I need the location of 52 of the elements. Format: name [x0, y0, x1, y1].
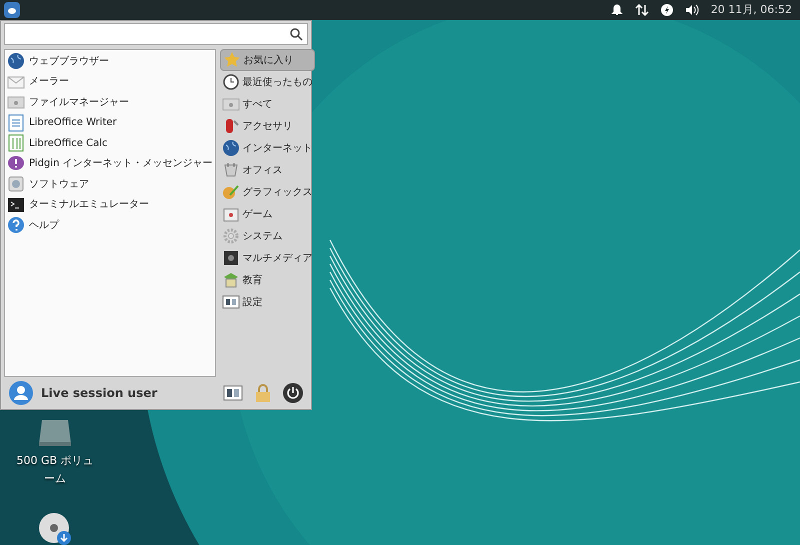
speech-bubble-icon [7, 154, 25, 173]
app-list-item[interactable]: ヘルプ [5, 215, 215, 236]
package-icon [7, 175, 25, 194]
spreadsheet-icon [7, 134, 25, 152]
globe-icon [222, 139, 240, 157]
category-item[interactable]: システム [220, 225, 315, 247]
app-list-item[interactable]: メーラー [5, 72, 215, 92]
globe-icon [7, 52, 25, 70]
clock-icon [222, 73, 240, 91]
office-icon [222, 161, 240, 179]
search-field[interactable] [4, 23, 308, 45]
app-list-item[interactable]: LibreOffice Calc [5, 133, 215, 154]
category-item[interactable]: 最近使ったもの [220, 71, 315, 93]
education-icon [222, 271, 240, 289]
clock-text[interactable]: 20 11月, 06:52 [710, 2, 792, 18]
settings-window-icon[interactable] [223, 385, 243, 401]
menu-button[interactable] [4, 2, 20, 18]
category-item[interactable]: グラフィックス [220, 181, 315, 203]
app-list-item[interactable]: Pidgin インターネット・メッセンジャー [5, 154, 215, 174]
category-item[interactable]: 設定 [220, 291, 315, 313]
terminal-icon [7, 196, 25, 214]
network-arrows-icon[interactable] [634, 4, 649, 16]
category-item[interactable]: 教育 [220, 269, 315, 291]
help-icon [7, 216, 25, 234]
settings-icon [222, 293, 240, 311]
power-icon[interactable] [283, 383, 303, 403]
category-item[interactable]: すべて [220, 93, 315, 115]
app-list-item[interactable]: ウェブブラウザー [5, 51, 215, 72]
bell-icon[interactable] [610, 4, 623, 16]
category-item[interactable]: マルチメディア [220, 247, 315, 269]
document-icon [7, 114, 25, 132]
brush-icon [222, 183, 240, 201]
desktop-icon-label: 500 GB ボリューム [15, 453, 95, 487]
user-avatar-icon [9, 381, 33, 405]
star-icon [222, 51, 241, 69]
app-list-item[interactable]: ファイルマネージャー [5, 92, 215, 112]
disc-icon[interactable] [38, 512, 72, 545]
gear-icon [222, 227, 240, 245]
app-list-item[interactable]: ターミナルエミュレーター [5, 194, 215, 215]
app-list-item[interactable]: LibreOffice Writer [5, 112, 215, 133]
category-item[interactable]: お気に入り [220, 49, 315, 71]
volume-icon[interactable] [684, 4, 699, 16]
power-bolt-icon[interactable] [660, 4, 673, 16]
media-icon [222, 249, 240, 267]
user-name: Live session user [41, 385, 158, 402]
category-item[interactable]: アクセサリ [220, 115, 315, 137]
app-list-item[interactable]: ソフトウェア [5, 174, 215, 194]
category-item[interactable]: ゲーム [220, 203, 315, 225]
category-item[interactable]: インターネット [220, 137, 315, 159]
search-icon [290, 28, 303, 40]
category-item[interactable]: オフィス [220, 159, 315, 181]
drive-icon[interactable] [37, 418, 73, 448]
